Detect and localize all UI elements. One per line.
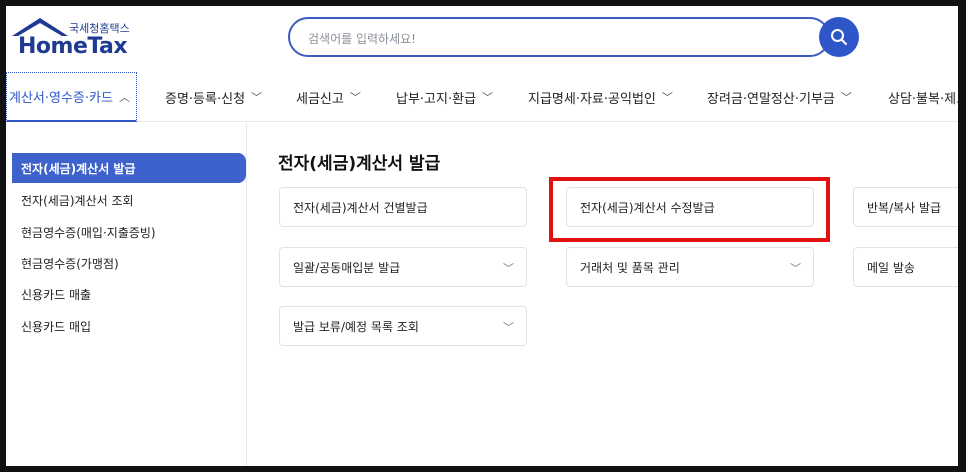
sidebar-item-label: 현금영수증(가맹점) bbox=[21, 256, 119, 271]
sidebar-item-label: 신용카드 매입 bbox=[21, 319, 92, 334]
sidebar-item-cash-receipt-purchase[interactable]: 현금영수증(매입·지출증빙) bbox=[12, 217, 246, 247]
menu-label: 증명·등록·신청 bbox=[165, 91, 246, 107]
sidebar-item-label: 신용카드 매출 bbox=[21, 287, 92, 302]
highlight-box bbox=[549, 177, 830, 242]
sidebar-item-card-sales[interactable]: 신용카드 매출 bbox=[12, 279, 246, 309]
main-menu-bar: 계산서·영수증·카드 ︿ 증명·등록·신청 ﹀ 세금신고 ﹀ 납부·고지·환급 ﹀ 지급… bbox=[6, 72, 958, 122]
sidebar-item-label: 현금영수증(매입·지출증빙) bbox=[21, 225, 156, 240]
menu-label: 장려금·연말정산·기부금 bbox=[707, 91, 835, 107]
card-bulk-issue[interactable]: 일괄/공동매입분 발급 ﹀ bbox=[279, 247, 527, 287]
menu-item-statements[interactable]: 지급명세·자료·공익법인 ﹀ bbox=[528, 72, 673, 122]
card-mail-send[interactable]: 메일 발송 bbox=[853, 247, 958, 287]
card-pending-list[interactable]: 발급 보류/예정 목록 조회 ﹀ bbox=[279, 306, 527, 346]
chevron-down-icon: ﹀ bbox=[661, 91, 673, 104]
chevron-down-icon: ﹀ bbox=[503, 262, 514, 275]
search-icon bbox=[831, 29, 847, 45]
menu-item-invoices[interactable]: 계산서·영수증·카드 ︿ bbox=[6, 72, 137, 122]
chevron-down-icon: ﹀ bbox=[840, 91, 852, 104]
sidebar-item-label: 전자(세금)계산서 발급 bbox=[21, 161, 136, 176]
menu-item-certificates[interactable]: 증명·등록·신청 ﹀ bbox=[165, 72, 262, 122]
sidebar-item-label: 전자(세금)계산서 조회 bbox=[21, 193, 134, 208]
chevron-down-icon: ﹀ bbox=[503, 321, 514, 334]
chevron-down-icon: ﹀ bbox=[482, 91, 494, 104]
card-label: 발급 보류/예정 목록 조회 bbox=[293, 319, 419, 334]
menu-label: 세금신고 bbox=[296, 91, 344, 107]
menu-label: 계산서·영수증·카드 bbox=[9, 91, 113, 106]
menu-label: 납부·고지·환급 bbox=[396, 91, 477, 107]
sidebar-item-issue-invoice[interactable]: 전자(세금)계산서 발급 bbox=[12, 153, 246, 183]
chevron-down-icon: ﹀ bbox=[790, 262, 801, 275]
chevron-down-icon: ﹀ bbox=[251, 91, 263, 104]
chevron-up-icon: ︿ bbox=[118, 90, 130, 104]
chevron-down-icon: ﹀ bbox=[349, 91, 361, 104]
sidebar-item-view-invoice[interactable]: 전자(세금)계산서 조회 bbox=[12, 185, 246, 215]
menu-item-payment[interactable]: 납부·고지·환급 ﹀ bbox=[396, 72, 493, 122]
card-repeat-copy-issue[interactable]: 반복/복사 발급 bbox=[853, 187, 958, 227]
card-label: 전자(세금)계산서 건별발급 bbox=[293, 200, 428, 215]
hometax-window: 국세청홈택스 HomeTax 검색어를 입력하세요! 계산서·영수증·카드 ︿ 증… bbox=[6, 6, 958, 466]
card-label: 일괄/공동매입분 발급 bbox=[293, 260, 401, 275]
logo-brand: HomeTax bbox=[18, 34, 128, 59]
sidebar-item-card-purchase[interactable]: 신용카드 매입 bbox=[12, 311, 246, 341]
card-label: 거래처 및 품목 관리 bbox=[580, 260, 680, 275]
menu-label: 지급명세·자료·공익법인 bbox=[528, 91, 656, 107]
menu-item-incentives[interactable]: 장려금·연말정산·기부금 ﹀ bbox=[707, 72, 852, 122]
search-button[interactable] bbox=[819, 17, 859, 57]
menu-item-tax-return[interactable]: 세금신고 ﹀ bbox=[296, 72, 361, 122]
sidebar: 전자(세금)계산서 발급 전자(세금)계산서 조회 현금영수증(매입·지출증빙)… bbox=[6, 123, 247, 466]
card-label: 반복/복사 발급 bbox=[867, 200, 942, 215]
card-single-issue[interactable]: 전자(세금)계산서 건별발급 bbox=[279, 187, 527, 227]
hometax-logo[interactable]: 국세청홈택스 HomeTax bbox=[10, 16, 135, 66]
menu-label: 상담·불복·제보 bbox=[888, 91, 958, 107]
card-partner-item-management[interactable]: 거래처 및 품목 관리 ﹀ bbox=[566, 247, 814, 287]
page-title: 전자(세금)계산서 발급 bbox=[278, 154, 441, 174]
search-placeholder: 검색어를 입력하세요! bbox=[308, 32, 416, 46]
search-input[interactable]: 검색어를 입력하세요! bbox=[288, 17, 830, 57]
sidebar-item-cash-receipt-merchant[interactable]: 현금영수증(가맹점) bbox=[12, 248, 246, 278]
menu-item-consulting[interactable]: 상담·불복·제보 bbox=[888, 72, 958, 122]
card-label: 메일 발송 bbox=[867, 260, 915, 275]
